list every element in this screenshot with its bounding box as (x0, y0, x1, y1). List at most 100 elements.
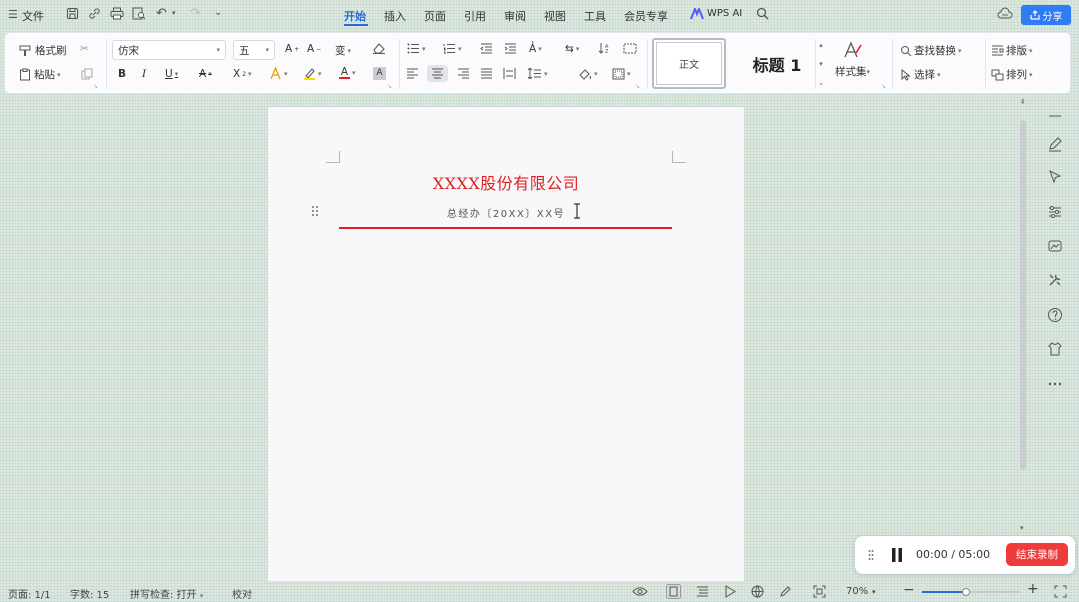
chevron-up-icon[interactable]: ▴ (819, 41, 823, 49)
format-painter-button[interactable]: 格式刷 (19, 43, 67, 58)
tab-member[interactable]: 会员专享 (624, 8, 668, 24)
superscript-icon[interactable]: X 2 ▾ (233, 68, 252, 80)
bullet-list-icon[interactable]: ▾ (407, 43, 426, 54)
increase-font-icon[interactable]: A + (285, 43, 299, 55)
pen-edit-icon[interactable] (1047, 136, 1063, 152)
word-count[interactable]: 字数: 15 (70, 586, 109, 601)
line-spacing-icon[interactable]: ▾ (528, 68, 548, 79)
page-view-icon[interactable] (666, 584, 681, 599)
find-replace-button[interactable]: 查找替换 ▾ (900, 43, 962, 58)
align-right-icon[interactable] (457, 68, 470, 79)
vertical-scrollbar[interactable]: ⇞ ▾ (1017, 98, 1031, 538)
document-page[interactable]: XXXX股份有限公司 总经办〔20XX〕XX号 (268, 107, 744, 581)
tools-icon[interactable] (1047, 272, 1063, 288)
shading-icon[interactable]: ▾ (578, 68, 598, 80)
wps-ai-button[interactable]: WPS AI (707, 8, 742, 19)
tab-tools[interactable]: 工具 (584, 8, 606, 24)
borders-icon[interactable]: ▾ (612, 68, 631, 80)
web-view-icon[interactable] (751, 585, 764, 598)
select-button[interactable]: 选择 ▾ (900, 67, 941, 82)
search-icon[interactable] (756, 7, 769, 20)
help-icon[interactable] (1047, 307, 1063, 323)
paste-button[interactable]: 粘贴 ▾ (19, 67, 61, 82)
pinyin-guide-icon[interactable]: 变 ▾ (335, 43, 351, 58)
scroll-thumb[interactable] (1020, 120, 1026, 470)
tab-page[interactable]: 页面 (424, 8, 446, 24)
end-recording-button[interactable]: 结束录制 (1006, 543, 1068, 566)
distributed-align-icon[interactable] (503, 68, 516, 79)
paragraph-expand-icon[interactable]: ↘ (635, 83, 640, 90)
spell-check-status[interactable]: 拼写检查: 打开 ▾ (130, 586, 203, 601)
copy-icon[interactable] (81, 68, 93, 80)
pause-icon[interactable] (891, 547, 903, 563)
styles-set-button[interactable]: 样式集 ▾ (835, 41, 870, 79)
redo-icon[interactable]: ↷ (190, 6, 201, 21)
cloud-sync-icon[interactable] (997, 7, 1013, 20)
text-direction-icon[interactable]: ⇆ ▾ (565, 43, 579, 55)
save-icon[interactable] (66, 7, 79, 20)
bold-icon[interactable]: B (118, 68, 126, 80)
tab-review[interactable]: 审阅 (504, 8, 526, 24)
zoom-slider-knob[interactable] (962, 588, 971, 596)
justify-icon[interactable] (480, 68, 493, 79)
strikethrough-icon[interactable]: A ▾ (199, 68, 212, 80)
style-gallery-scroller[interactable]: ▴ ▾ ⌄ (815, 39, 826, 89)
underline-icon[interactable]: U ▾ (165, 68, 178, 80)
font-color-icon[interactable]: A ▾ (339, 67, 356, 79)
write-mode-icon[interactable] (779, 585, 792, 598)
highlight-icon[interactable]: ▾ (303, 67, 322, 80)
cloud-image-icon[interactable] (1047, 238, 1063, 254)
zoom-slider-track[interactable] (922, 588, 1020, 596)
cut-icon[interactable]: ✂ (80, 43, 89, 55)
font-expand-icon[interactable]: ↘ (387, 83, 392, 90)
undo-icon[interactable]: ↶ (156, 6, 167, 21)
document-company-title[interactable]: XXXX股份有限公司 (268, 170, 744, 194)
select-cursor-icon[interactable] (1047, 169, 1063, 185)
decrease-font-icon[interactable]: A − (307, 43, 321, 55)
undo-dropdown-icon[interactable]: ▾ (172, 9, 176, 17)
char-shading-icon[interactable]: A (373, 67, 386, 80)
tab-insert[interactable]: 插入 (384, 8, 406, 24)
file-menu[interactable]: 文件 (22, 8, 44, 24)
decrease-indent-icon[interactable] (480, 43, 493, 54)
style-heading1-tile[interactable]: 标题 1 (732, 38, 822, 89)
clipboard-expand-icon[interactable]: ↘ (93, 83, 98, 90)
clear-format-icon[interactable] (372, 42, 386, 54)
arrange-button[interactable]: 排列 ▾ (991, 67, 1033, 82)
zoom-dropdown-icon[interactable]: ▾ (872, 588, 876, 596)
zoom-out-icon[interactable]: − (903, 582, 915, 598)
fullscreen-icon[interactable] (1054, 585, 1067, 598)
zoom-level[interactable]: 70% (846, 586, 868, 597)
theme-shirt-icon[interactable] (1047, 341, 1063, 357)
numbered-list-icon[interactable]: ▾ (443, 43, 462, 54)
chinese-layout-icon[interactable]: A̾ ▾ (529, 43, 542, 55)
proofread-button[interactable]: 校对 (232, 586, 252, 601)
align-left-icon[interactable] (406, 68, 419, 79)
print-preview-icon[interactable] (132, 7, 146, 20)
share-button[interactable]: 分享 (1021, 5, 1071, 25)
tab-home[interactable]: 开始 (344, 8, 366, 24)
scroll-top-icon[interactable]: ⇞ (1020, 98, 1026, 106)
style-normal-tile[interactable]: 正文 (652, 38, 726, 89)
outline-view-icon[interactable] (696, 585, 709, 598)
drag-grip-icon[interactable] (868, 549, 874, 561)
zoom-in-icon[interactable]: + (1027, 581, 1039, 597)
styles-expand-icon[interactable]: ↘ (881, 83, 886, 90)
chevron-down-icon[interactable]: ▾ (819, 60, 823, 68)
paragraph-drag-handle-icon[interactable] (311, 205, 319, 217)
document-number-line[interactable]: 总经办〔20XX〕XX号 (268, 205, 744, 220)
italic-icon[interactable]: I (142, 68, 146, 80)
more-chevron-icon[interactable]: ⌄ (214, 7, 222, 18)
increase-indent-icon[interactable] (504, 43, 517, 54)
fit-page-icon[interactable] (813, 585, 826, 598)
print-icon[interactable] (110, 7, 124, 20)
page-indicator[interactable]: 页面: 1/1 (8, 586, 51, 601)
eye-protection-icon[interactable] (632, 585, 648, 598)
link-icon[interactable] (88, 7, 101, 20)
paste-dropdown-icon[interactable]: ▾ (57, 71, 61, 79)
align-center-icon[interactable] (427, 65, 448, 82)
show-marks-icon[interactable] (623, 43, 637, 54)
text-effect-icon[interactable]: ▾ (269, 67, 288, 80)
scroll-down-icon[interactable]: ▾ (1020, 524, 1024, 532)
menu-icon[interactable]: ☰ (8, 8, 18, 21)
